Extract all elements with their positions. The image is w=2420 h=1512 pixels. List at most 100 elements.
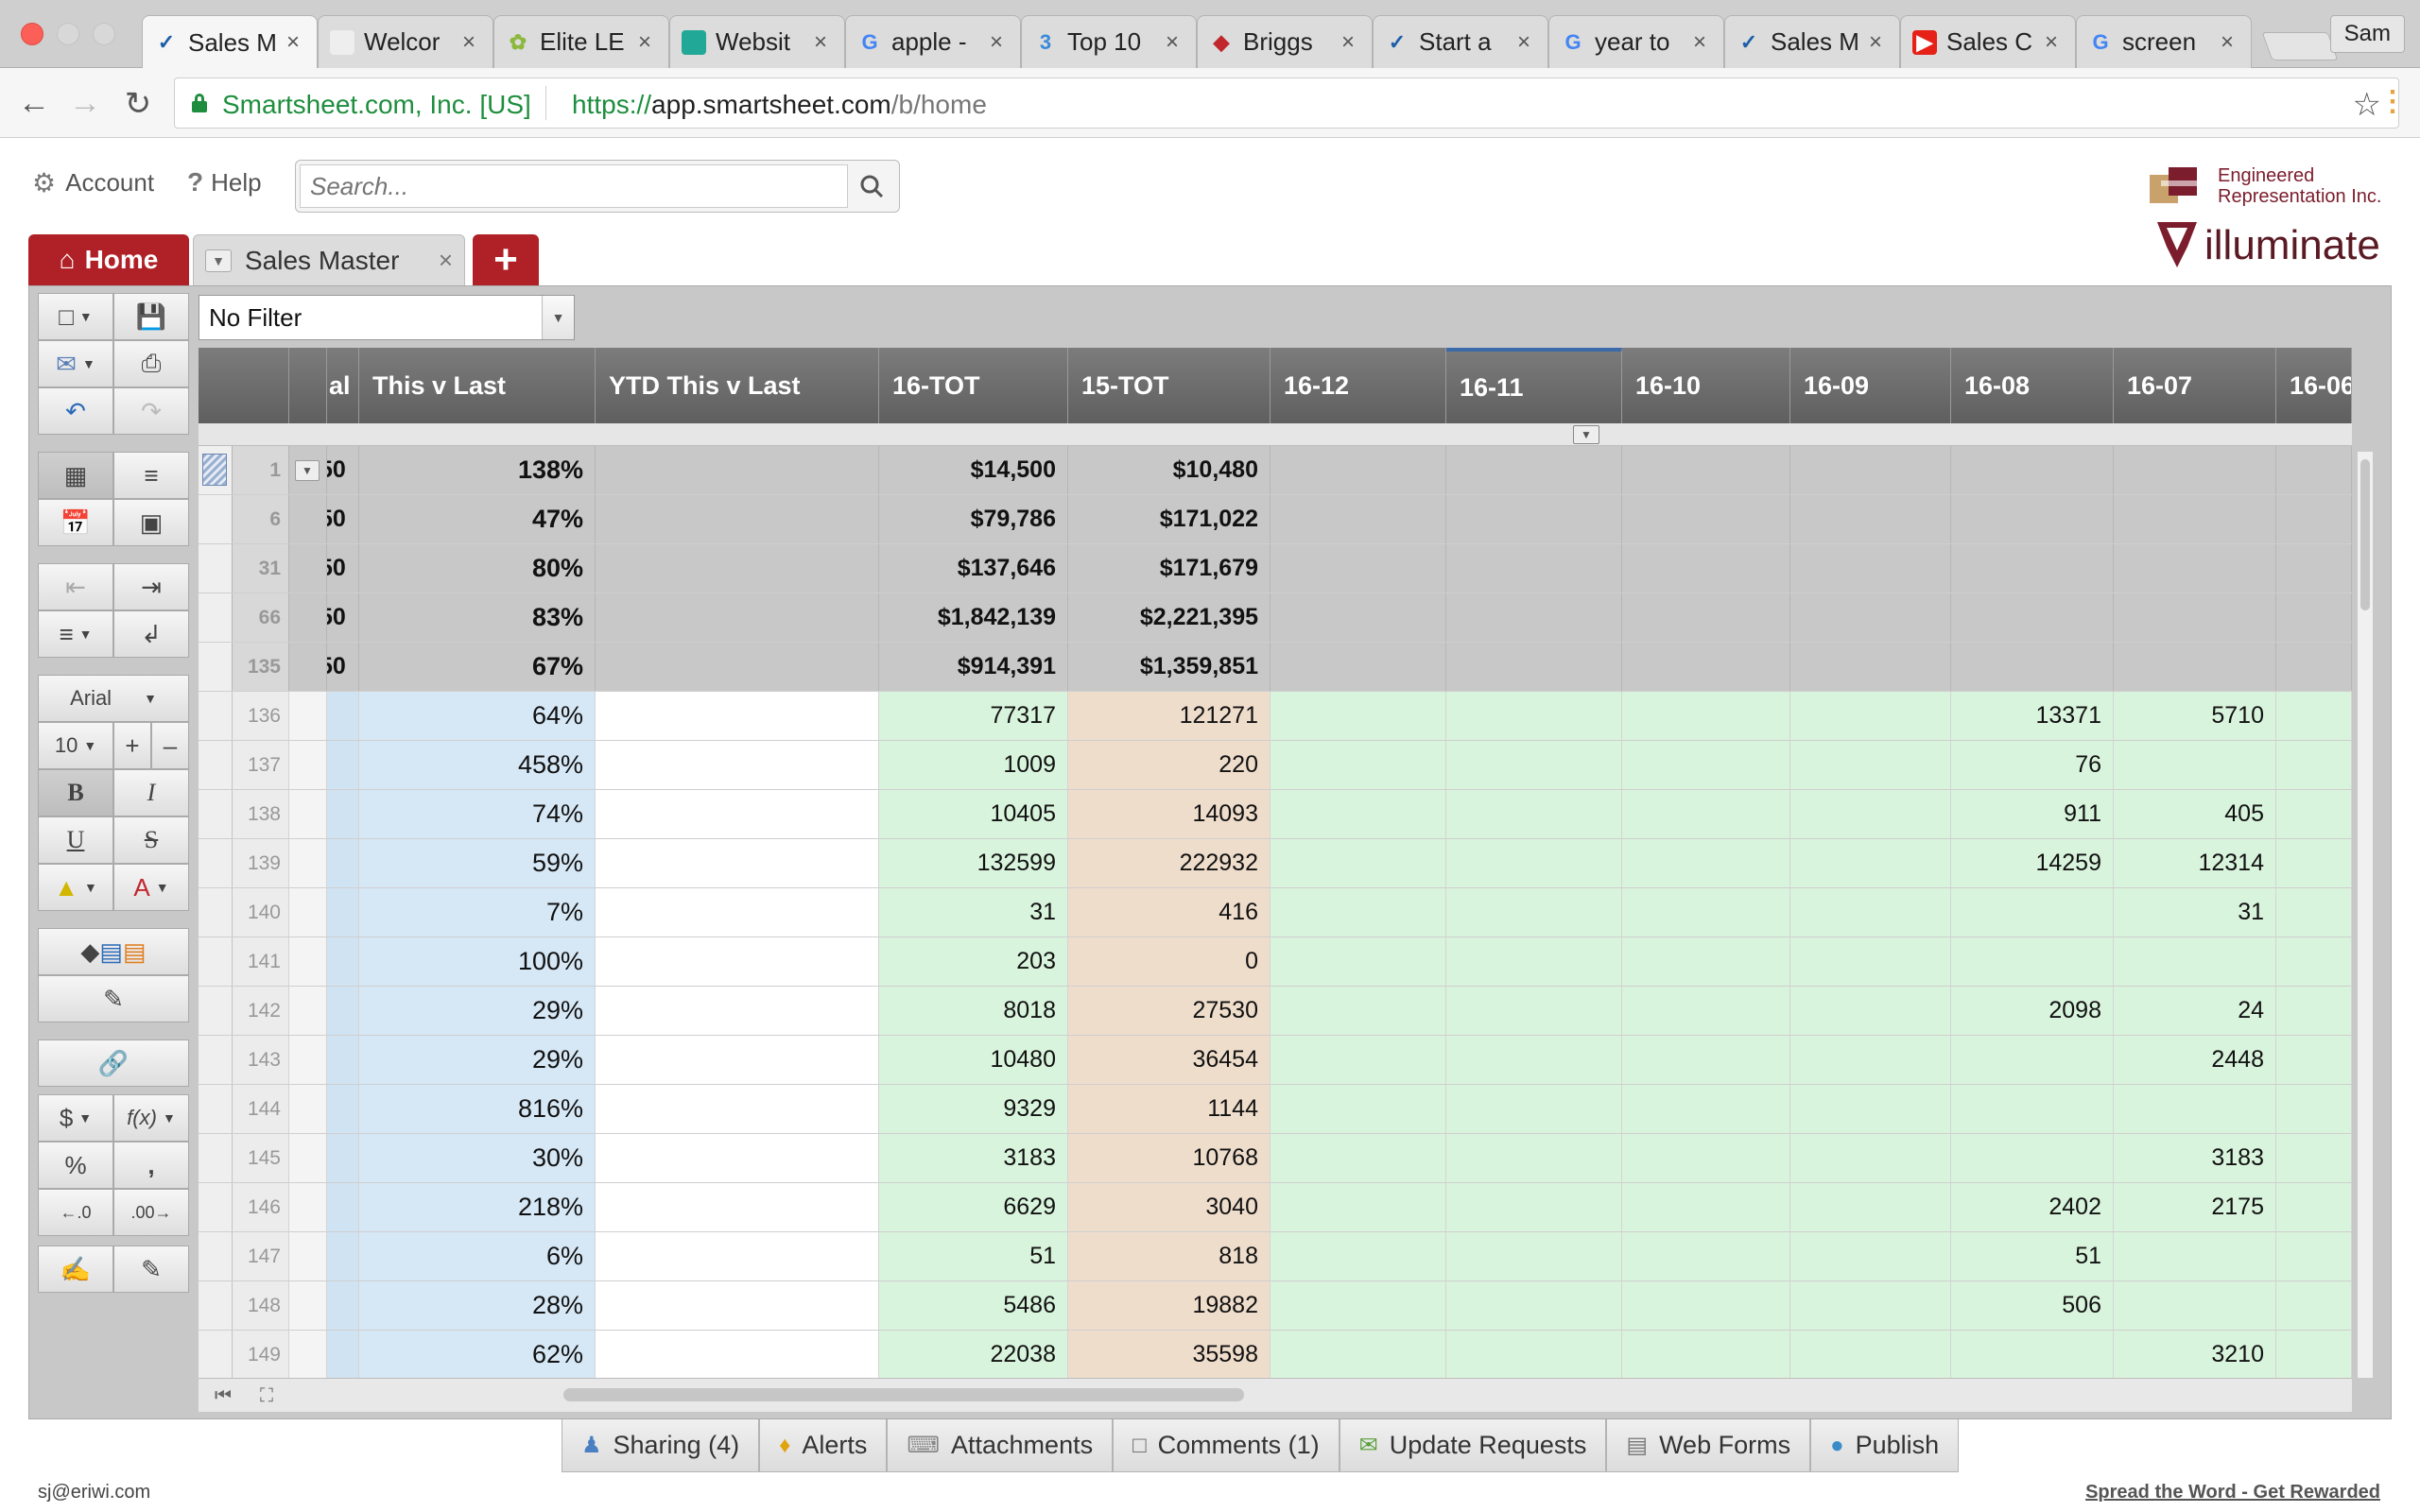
panel-tab[interactable]: ● Publish	[1810, 1419, 1960, 1472]
scroll-to-start-icon[interactable]: ⏮	[206, 1383, 240, 1409]
drag-handle[interactable]	[199, 495, 233, 543]
cell-16-09[interactable]	[1790, 1036, 1951, 1084]
format-painter-icon[interactable]: ✎	[113, 1246, 189, 1293]
table-row[interactable]: 135 5067% $914,391$1,359,851	[199, 643, 2352, 692]
cell-16-08[interactable]: 13371	[1951, 692, 2114, 740]
cell-16-08[interactable]	[1951, 1036, 2114, 1084]
font-size-decrease-button[interactable]: –	[151, 722, 189, 769]
cell-this-v-last[interactable]: 83%	[359, 593, 596, 642]
account-menu[interactable]: ⚙ Account	[32, 167, 154, 198]
cell-16-07[interactable]: 24	[2114, 987, 2276, 1035]
cell-al[interactable]	[327, 839, 359, 887]
cell-16-07[interactable]	[2114, 544, 2276, 593]
cell-16-09[interactable]	[1790, 1085, 1951, 1133]
drag-handle[interactable]	[199, 839, 233, 887]
table-row[interactable]: 143 29% 10480 36454 2448	[199, 1036, 2352, 1085]
cell-16-12[interactable]	[1270, 593, 1446, 642]
table-row[interactable]: 141 100% 203 0	[199, 937, 2352, 987]
new-tab-button[interactable]	[2261, 32, 2339, 60]
cell-16-11[interactable]	[1446, 1281, 1622, 1330]
cell-16-11[interactable]	[1446, 839, 1622, 887]
table-row[interactable]: 142 29% 8018 27530 2098 24	[199, 987, 2352, 1036]
search-input[interactable]	[300, 164, 848, 208]
close-icon[interactable]: ×	[1693, 29, 1712, 56]
cell-this-v-last[interactable]: 7%	[359, 888, 596, 936]
browser-tab[interactable]: Gscreen ×	[2076, 15, 2252, 68]
cell-16-tot[interactable]: 77317	[879, 692, 1068, 740]
decrease-decimal-icon[interactable]: ←.0	[38, 1189, 113, 1236]
browser-tab[interactable]: 3 Top 10 ×	[1021, 15, 1197, 68]
cell-15-tot[interactable]: 222932	[1068, 839, 1270, 887]
cell-16-08[interactable]	[1951, 495, 2114, 543]
cell-16-07[interactable]	[2114, 593, 2276, 642]
column-header-al[interactable]: al	[327, 348, 359, 423]
row-icons[interactable]	[289, 741, 327, 789]
cell-ytd-this-v-last[interactable]	[596, 937, 879, 986]
drag-handle[interactable]	[199, 692, 233, 740]
print-icon[interactable]: ⎙	[113, 340, 189, 387]
cell-16-08[interactable]	[1951, 888, 2114, 936]
cell-this-v-last[interactable]: 816%	[359, 1085, 596, 1133]
cell-15-tot[interactable]: $2,221,395	[1068, 593, 1270, 642]
font-size-select[interactable]: 10 ▼	[38, 722, 113, 769]
cell-16-09[interactable]	[1790, 1232, 1951, 1280]
cell-16-11[interactable]	[1446, 1134, 1622, 1182]
cell-this-v-last[interactable]: 218%	[359, 1183, 596, 1231]
cell-16-09[interactable]	[1790, 544, 1951, 593]
cell-16-08[interactable]	[1951, 1085, 2114, 1133]
table-row[interactable]: 66 5083% $1,842,139$2,221,395	[199, 593, 2352, 643]
browser-tab[interactable]: Gapple - ×	[845, 15, 1021, 68]
cell-al[interactable]: 50	[327, 446, 359, 494]
cell-ytd-this-v-last[interactable]	[596, 1134, 879, 1182]
cell-ytd-this-v-last[interactable]	[596, 495, 879, 543]
cell-16-10[interactable]	[1622, 1134, 1790, 1182]
cell-16-10[interactable]	[1622, 593, 1790, 642]
cell-al[interactable]	[327, 790, 359, 838]
cell-16-tot[interactable]: $14,500	[879, 446, 1068, 494]
table-row[interactable]: 147 6% 51 818 51	[199, 1232, 2352, 1281]
formula-icon[interactable]: f(x) ▼	[113, 1094, 189, 1142]
cell-16-07[interactable]: 2448	[2114, 1036, 2276, 1084]
row-icons[interactable]	[289, 937, 327, 986]
cell-16-08[interactable]	[1951, 544, 2114, 593]
cell-16-10[interactable]	[1622, 888, 1790, 936]
window-minimize-button[interactable]	[57, 23, 79, 45]
cell-16-07[interactable]	[2114, 1085, 2276, 1133]
column-header-16-11[interactable]: 16-11	[1446, 348, 1622, 423]
cell-16-10[interactable]	[1622, 1085, 1790, 1133]
cell-16-08[interactable]: 14259	[1951, 839, 2114, 887]
cell-16-07[interactable]	[2114, 1281, 2276, 1330]
browser-tab[interactable]: ✓ Start a ×	[1373, 15, 1548, 68]
cell-ytd-this-v-last[interactable]	[596, 544, 879, 593]
align-icon[interactable]: ≡ ▼	[38, 610, 113, 658]
underline-icon[interactable]: U	[38, 816, 113, 864]
cell-al[interactable]	[327, 1036, 359, 1084]
row-icons[interactable]: ▼	[289, 446, 327, 494]
cell-16-06[interactable]	[2276, 1331, 2352, 1378]
thousands-separator-icon[interactable]: ,	[113, 1142, 189, 1189]
cell-16-08[interactable]	[1951, 1331, 2114, 1378]
browser-tab[interactable]: ✓ Sales M ×	[1724, 15, 1900, 68]
row-icons[interactable]	[289, 643, 327, 691]
drag-handle[interactable]	[199, 446, 233, 494]
highlight-changes-icon[interactable]: ✎	[38, 975, 189, 1022]
email-icon[interactable]: ✉ ▼	[38, 340, 113, 387]
row-icons[interactable]	[289, 495, 327, 543]
cell-16-10[interactable]	[1622, 741, 1790, 789]
chevron-down-icon[interactable]: ▼	[542, 296, 574, 339]
column-header-ytd-this-v-last[interactable]: YTD This v Last	[596, 348, 879, 423]
cell-16-09[interactable]	[1790, 446, 1951, 494]
clear-format-icon[interactable]: ✍	[38, 1246, 113, 1293]
cell-16-07[interactable]	[2114, 446, 2276, 494]
cell-16-06[interactable]	[2276, 544, 2352, 593]
column-header-16-08[interactable]: 16-08	[1951, 348, 2114, 423]
cell-16-12[interactable]	[1270, 544, 1446, 593]
cell-16-06[interactable]	[2276, 1085, 2352, 1133]
cell-16-10[interactable]	[1622, 1281, 1790, 1330]
save-icon[interactable]: 💾	[113, 293, 189, 340]
row-icons[interactable]	[289, 1232, 327, 1280]
cell-this-v-last[interactable]: 29%	[359, 1036, 596, 1084]
cell-this-v-last[interactable]: 47%	[359, 495, 596, 543]
cell-16-12[interactable]	[1270, 790, 1446, 838]
cell-16-10[interactable]	[1622, 544, 1790, 593]
